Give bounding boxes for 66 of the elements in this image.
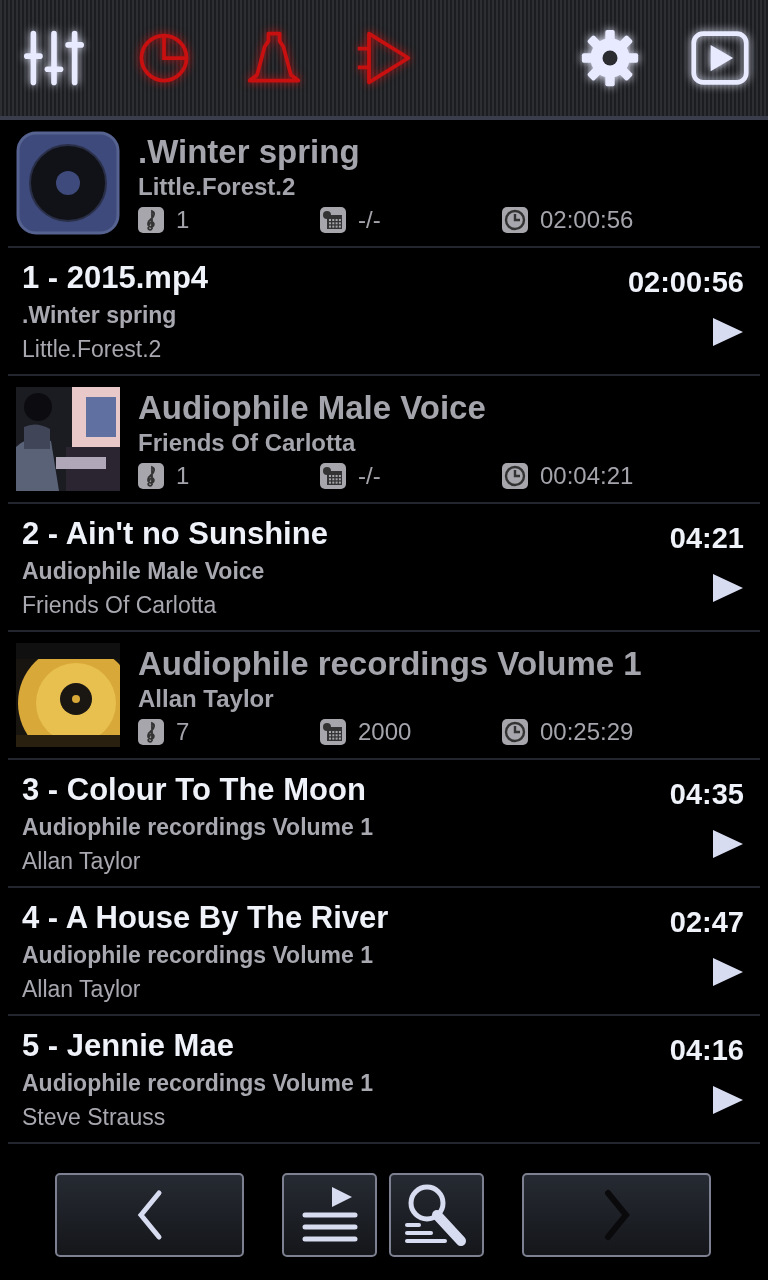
track-item[interactable]: 5 - Jennie Mae Audiophile recordings Volume 1 Steve Strauss 04:16 <box>8 1016 760 1144</box>
artist-name: Little.Forest.2 <box>138 172 297 202</box>
track-duration: 04:35 <box>669 777 744 812</box>
album-duration: 00:25:29 <box>540 718 634 746</box>
play-icon[interactable] <box>712 1084 744 1116</box>
album-name: Audiophile recordings Volume 1 <box>22 1069 374 1098</box>
album-header[interactable]: .Winter spring Little.Forest.2 1 -/- 02:00:56 <box>8 120 760 248</box>
album-year: 2000 <box>358 718 412 746</box>
track-count: 7 <box>176 718 190 746</box>
calendar-icon <box>320 207 346 233</box>
artist-name: Allan Taylor <box>138 684 275 714</box>
track-title: 4 - A House By The River <box>22 899 390 937</box>
track-item[interactable]: 3 - Colour To The Moon Audiophile recordings Volume 1 Allan Taylor 04:35 <box>8 760 760 888</box>
clock-icon <box>502 463 528 489</box>
play-icon[interactable] <box>690 28 750 88</box>
track-duration: 04:21 <box>669 521 744 556</box>
album-name: Audiophile recordings Volume 1 <box>22 813 374 842</box>
album-title: Audiophile Male Voice <box>138 388 487 428</box>
queue-button[interactable] <box>282 1173 377 1257</box>
next-button[interactable] <box>522 1173 711 1257</box>
track-count: 1 <box>176 206 190 234</box>
track-duration: 02:00:56 <box>627 265 744 300</box>
artist-name: Little.Forest.2 <box>22 335 163 364</box>
artist-name: Allan Taylor <box>22 975 142 1004</box>
play-icon[interactable] <box>712 316 744 348</box>
album-header[interactable]: Audiophile Male Voice Friends Of Carlotta 1 -/- 00:04:21 <box>8 376 760 504</box>
play-icon[interactable] <box>712 956 744 988</box>
play-icon[interactable] <box>712 572 744 604</box>
track-title: 3 - Colour To The Moon <box>22 771 367 809</box>
track-item[interactable]: 4 - A House By The River Audiophile recordings Volume 1 Allan Taylor 02:47 <box>8 888 760 1016</box>
treble-clef-icon <box>138 463 164 489</box>
track-count: 1 <box>176 462 190 490</box>
search-button[interactable] <box>389 1173 484 1257</box>
playlist-icon <box>301 1187 358 1243</box>
previous-button[interactable] <box>55 1173 244 1257</box>
artist-name: Friends Of Carlotta <box>138 428 357 458</box>
album-name: Audiophile recordings Volume 1 <box>22 941 374 970</box>
track-item[interactable]: 1 - 2015.mp4 .Winter spring Little.Forest.2 02:00:56 <box>8 248 760 376</box>
clock-icon <box>502 207 528 233</box>
track-title: 1 - 2015.mp4 <box>22 259 210 297</box>
album-title: Audiophile recordings Volume 1 <box>138 644 643 684</box>
settings-icon[interactable] <box>580 28 640 88</box>
track-duration: 04:16 <box>669 1033 744 1068</box>
treble-clef-icon <box>138 719 164 745</box>
album-name: Audiophile Male Voice <box>22 557 266 586</box>
track-title: 2 - Ain't no Sunshine <box>22 515 329 553</box>
artist-name: Allan Taylor <box>22 847 142 876</box>
search-icon <box>404 1183 469 1247</box>
album-header[interactable]: Audiophile recordings Volume 1 Allan Taylor 7 2000 00:25:29 <box>8 632 760 760</box>
album-title: .Winter spring <box>138 132 361 172</box>
play-icon[interactable] <box>712 828 744 860</box>
calendar-icon <box>320 719 346 745</box>
album-duration: 00:04:21 <box>540 462 634 490</box>
album-duration: 02:00:56 <box>540 206 634 234</box>
track-item[interactable]: 2 - Ain't no Sunshine Audiophile Male Voice Friends Of Carlotta 04:21 <box>8 504 760 632</box>
calendar-icon <box>320 463 346 489</box>
track-title: 5 - Jennie Mae <box>22 1027 235 1065</box>
track-duration: 02:47 <box>669 905 744 940</box>
sliders-icon[interactable] <box>24 28 84 88</box>
album-year: -/- <box>358 206 381 234</box>
album-name: .Winter spring <box>22 301 178 330</box>
clock-icon <box>502 719 528 745</box>
artist-name: Steve Strauss <box>22 1103 167 1132</box>
artist-name: Friends Of Carlotta <box>22 591 218 620</box>
album-year: -/- <box>358 462 381 490</box>
treble-clef-icon <box>138 207 164 233</box>
